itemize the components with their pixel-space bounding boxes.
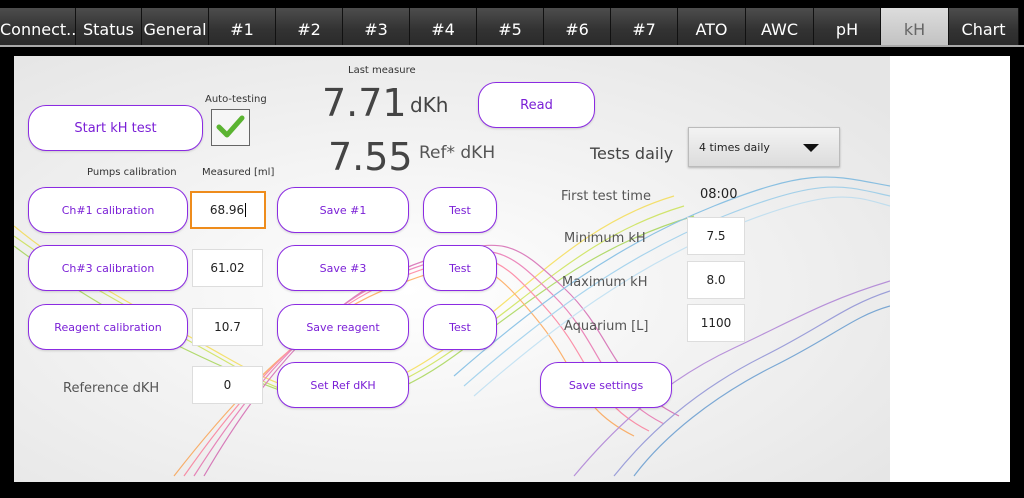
test-ch1-button[interactable]: Test [423, 187, 497, 233]
save-reagent-button[interactable]: Save reagent [277, 304, 409, 350]
reference-dkh-input[interactable]: 0 [192, 366, 263, 404]
first-test-time-value[interactable]: 08:00 [700, 187, 737, 202]
tab-underline [0, 45, 1024, 47]
tab-3[interactable]: #3 [343, 8, 410, 46]
tab-general[interactable]: General [142, 8, 209, 46]
read-button[interactable]: Read [478, 82, 595, 128]
maximum-kh-input[interactable]: 8.0 [687, 261, 745, 299]
auto-testing-label: Auto-testing [205, 94, 267, 105]
ref-unit: Ref* dKH [419, 143, 496, 163]
tests-daily-label: Tests daily [590, 144, 674, 163]
pumps-calibration-label: Pumps calibration [87, 167, 177, 178]
tab-1[interactable]: #1 [209, 8, 276, 46]
minimum-kh-input[interactable]: 7.5 [687, 217, 745, 255]
tab-awc[interactable]: AWC [746, 8, 814, 46]
text-caret [245, 203, 247, 217]
tab-chart[interactable]: Chart [949, 8, 1019, 46]
ch3-calibration-button[interactable]: Ch#3 calibration [28, 245, 188, 291]
test-ch3-button[interactable]: Test [423, 245, 497, 291]
ch3-measured-input[interactable]: 61.02 [192, 249, 263, 287]
ch1-measured-input[interactable]: 68.96 [190, 191, 266, 229]
reagent-measured-input[interactable]: 10.7 [192, 308, 263, 346]
tab-ph[interactable]: pH [814, 8, 881, 46]
tab-7[interactable]: #7 [611, 8, 678, 46]
tests-daily-select[interactable]: 4 times daily [688, 127, 840, 167]
reagent-calibration-button[interactable]: Reagent calibration [28, 304, 188, 350]
aquarium-liters-input[interactable]: 1100 [687, 304, 745, 342]
tab-4[interactable]: #4 [410, 8, 477, 46]
tab-2[interactable]: #2 [276, 8, 343, 46]
reference-dkh-label: Reference dKH [63, 381, 160, 396]
tab-5[interactable]: #5 [477, 8, 544, 46]
minimum-kh-label: Minimum kH [564, 231, 646, 246]
ref-value: 7.55 [328, 135, 413, 179]
auto-testing-checkbox[interactable] [211, 109, 250, 146]
save-3-button[interactable]: Save #3 [277, 245, 409, 291]
measured-ml-label: Measured [ml] [202, 167, 275, 178]
last-measure-value: 7.71 [322, 81, 407, 125]
first-test-time-label: First test time [561, 189, 651, 204]
checkmark-icon [216, 115, 245, 138]
aquarium-liters-label: Aquarium [L] [564, 319, 649, 334]
tab-status[interactable]: Status [76, 8, 142, 46]
tab-kh[interactable]: kH [881, 8, 949, 46]
last-measure-unit: dKh [410, 93, 449, 117]
dropdown-arrow-icon [803, 144, 819, 152]
test-reagent-button[interactable]: Test [423, 304, 497, 350]
maximum-kh-label: Maximum kH [562, 275, 648, 290]
save-1-button[interactable]: Save #1 [277, 187, 409, 233]
save-settings-button[interactable]: Save settings [540, 362, 672, 408]
set-ref-dkh-button[interactable]: Set Ref dKH [277, 362, 409, 408]
tab-bar: Connect.. Status General #1 #2 #3 #4 #5 … [0, 8, 1024, 46]
last-measure-label: Last measure [348, 65, 416, 76]
start-kh-test-button[interactable]: Start kH test [28, 105, 203, 151]
kh-panel: Start kH test Auto-testing Last measure … [14, 56, 890, 482]
tab-connect[interactable]: Connect.. [0, 8, 76, 46]
tab-ato[interactable]: ATO [678, 8, 746, 46]
ch1-calibration-button[interactable]: Ch#1 calibration [28, 187, 188, 233]
tab-6[interactable]: #6 [544, 8, 611, 46]
right-blank-area [890, 56, 1010, 482]
tests-daily-value: 4 times daily [699, 140, 770, 154]
